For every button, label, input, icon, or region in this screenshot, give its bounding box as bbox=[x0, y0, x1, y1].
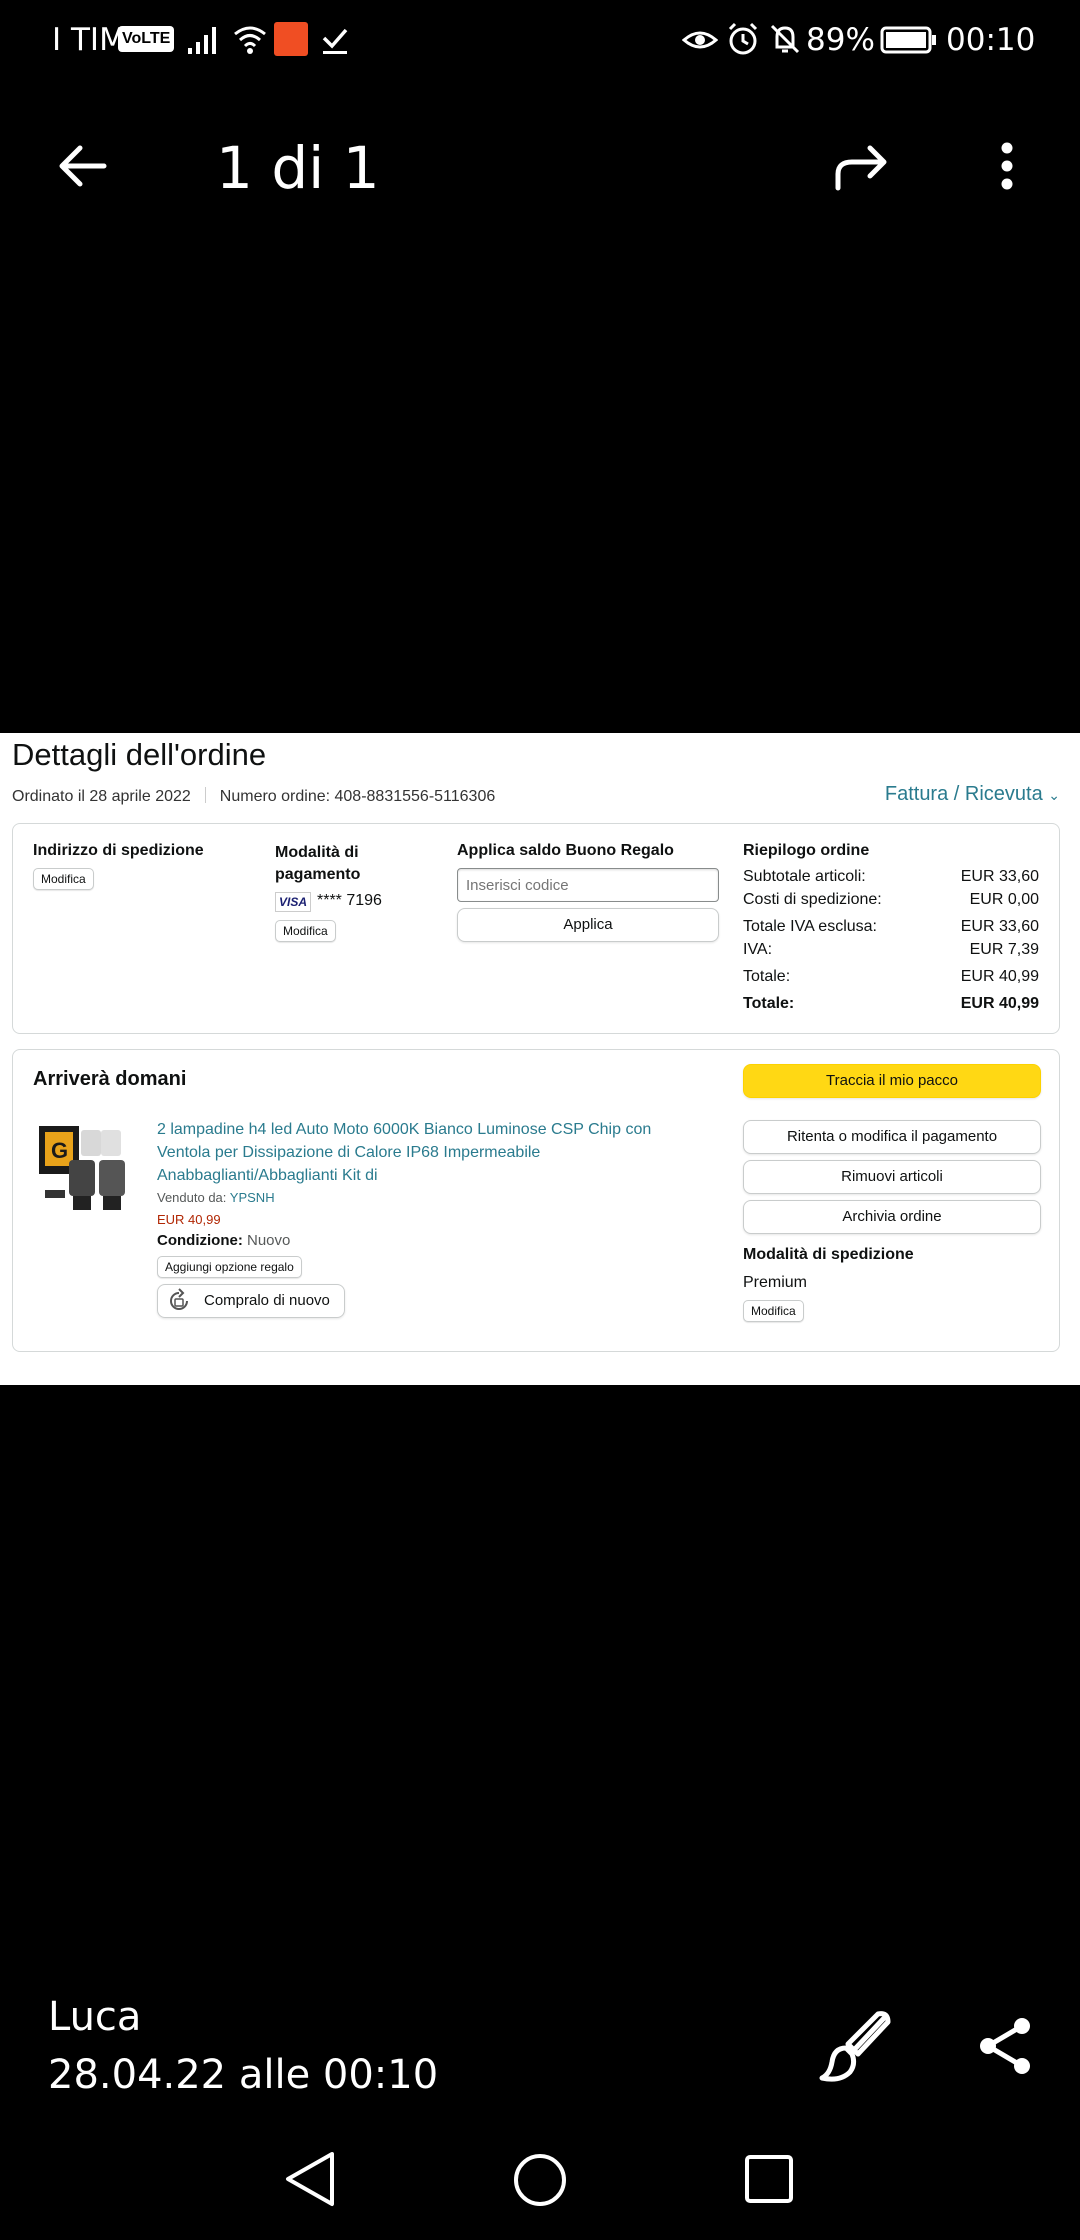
nav-home-icon[interactable] bbox=[512, 2152, 568, 2208]
share-icon[interactable] bbox=[976, 2016, 1036, 2076]
viewer-counter: 1 di 1 bbox=[216, 134, 380, 202]
signal-icon bbox=[188, 27, 216, 54]
total-excl-vat-value: EUR 33,60 bbox=[960, 918, 1039, 935]
meta-divider bbox=[204, 787, 206, 803]
forward-icon[interactable] bbox=[834, 140, 890, 192]
retry-payment-button[interactable]: Ritenta o modifica il pagamento bbox=[743, 1120, 1041, 1154]
status-clock: 00:10 bbox=[946, 22, 1036, 58]
order-details-screenshot: Dettagli dell'ordine Ordinato il 28 apri… bbox=[0, 733, 1080, 1385]
product-title-link[interactable]: 2 lampadine h4 led Auto Moto 6000K Bianc… bbox=[157, 1118, 687, 1187]
seller-link[interactable]: YPSNH bbox=[230, 1190, 275, 1205]
chevron-down-icon: ⌄ bbox=[1048, 787, 1060, 803]
subtotal-label: Subtotale articoli: bbox=[743, 868, 866, 885]
summary-title: Riepilogo ordine bbox=[743, 842, 870, 859]
order-summary-card: Indirizzo di spedizione Modifica Modalit… bbox=[12, 823, 1060, 1034]
order-date: Ordinato il 28 aprile 2022 bbox=[12, 788, 191, 805]
modify-payment-button[interactable]: Modifica bbox=[275, 920, 336, 942]
condition: Condizione: Nuovo bbox=[157, 1232, 290, 1249]
invoice-label: Fattura / Ricevuta bbox=[884, 783, 1043, 805]
visa-card-icon: VISA bbox=[275, 892, 311, 912]
gift-balance-label: Applica saldo Buono Regalo bbox=[457, 842, 674, 859]
subtotal-value: EUR 33,60 bbox=[960, 868, 1039, 885]
battery-percent: 89% bbox=[806, 22, 875, 58]
condition-value: Nuovo bbox=[247, 1232, 291, 1249]
carrier-name: I TIM bbox=[52, 22, 126, 58]
vat-label: IVA: bbox=[743, 941, 773, 958]
page-title: Dettagli dell'ordine bbox=[12, 737, 267, 772]
nav-back-icon[interactable] bbox=[282, 2150, 338, 2208]
condition-label: Condizione: bbox=[157, 1232, 243, 1249]
archive-order-button[interactable]: Archivia ordine bbox=[743, 1200, 1041, 1234]
svg-text:G: G bbox=[51, 1138, 68, 1163]
shipping-address-label: Indirizzo di spedizione bbox=[33, 842, 204, 859]
product-price: EUR 40,99 bbox=[157, 1212, 221, 1227]
checkmark-download-icon bbox=[322, 28, 348, 54]
delivery-heading: Arriverà domani bbox=[33, 1068, 187, 1090]
nav-recent-apps-icon[interactable] bbox=[744, 2154, 794, 2204]
buy-again-label: Compralo di nuovo bbox=[204, 1292, 330, 1309]
volte-badge: VoLTE bbox=[118, 26, 175, 52]
shipment-card: Arriverà domani G 2 lampadine h4 led Aut… bbox=[12, 1049, 1060, 1352]
shipping-mode-label: Modalità di spedizione bbox=[743, 1246, 914, 1263]
invoice-link[interactable]: Fattura / Ricevuta ⌄ bbox=[885, 783, 1060, 806]
shipping-cost-label: Costi di spedizione: bbox=[743, 891, 882, 908]
battery-icon bbox=[880, 26, 936, 54]
total-label: Totale: bbox=[743, 968, 791, 985]
shipping-cost-value: EUR 0,00 bbox=[969, 891, 1039, 908]
remove-items-button[interactable]: Rimuovi articoli bbox=[743, 1160, 1041, 1194]
sold-by: Venduto da: YPSNH bbox=[157, 1190, 275, 1205]
gift-code-input[interactable] bbox=[457, 868, 719, 902]
sold-by-label: Venduto da: bbox=[157, 1190, 227, 1205]
buy-again-button[interactable]: Compralo di nuovo bbox=[157, 1284, 345, 1318]
notification-app-icon bbox=[274, 22, 308, 56]
wifi-icon bbox=[234, 26, 266, 54]
grand-total-label: Totale: bbox=[743, 995, 795, 1012]
add-gift-option-button[interactable]: Aggiungi opzione regalo bbox=[157, 1256, 302, 1278]
status-bar: I TIM VoLTE 89% 00:10 bbox=[0, 0, 1080, 80]
payment-method-label: Modalità di pagamento bbox=[275, 844, 361, 883]
product-image[interactable]: G bbox=[37, 1120, 137, 1214]
order-meta: Ordinato il 28 aprile 2022 Numero ordine:… bbox=[12, 787, 495, 806]
back-arrow-icon[interactable] bbox=[56, 140, 108, 192]
vat-value: EUR 7,39 bbox=[969, 941, 1039, 958]
apply-gift-button[interactable]: Applica bbox=[457, 908, 719, 942]
sender-name: Luca bbox=[48, 1994, 142, 2040]
message-date: 28.04.22 alle 00:10 bbox=[48, 2052, 439, 2098]
modify-address-button[interactable]: Modifica bbox=[33, 868, 94, 890]
modify-shipping-button[interactable]: Modifica bbox=[743, 1300, 804, 1322]
shipping-mode-value: Premium bbox=[743, 1274, 808, 1291]
grand-total-value: EUR 40,99 bbox=[960, 995, 1039, 1012]
track-package-button[interactable]: Traccia il mio pacco bbox=[743, 1064, 1041, 1098]
more-options-icon[interactable] bbox=[990, 140, 1024, 192]
bell-off-icon bbox=[770, 24, 800, 54]
total-excl-vat-label: Totale IVA esclusa: bbox=[743, 918, 877, 935]
edit-brush-icon[interactable] bbox=[818, 2010, 892, 2084]
order-number: Numero ordine: 408-8831556-5116306 bbox=[219, 788, 496, 805]
eye-comfort-icon bbox=[682, 31, 718, 49]
card-digits: **** 7196 bbox=[317, 892, 382, 909]
total-value: EUR 40,99 bbox=[960, 968, 1039, 985]
reorder-icon bbox=[170, 1288, 188, 1310]
alarm-icon bbox=[728, 22, 758, 55]
